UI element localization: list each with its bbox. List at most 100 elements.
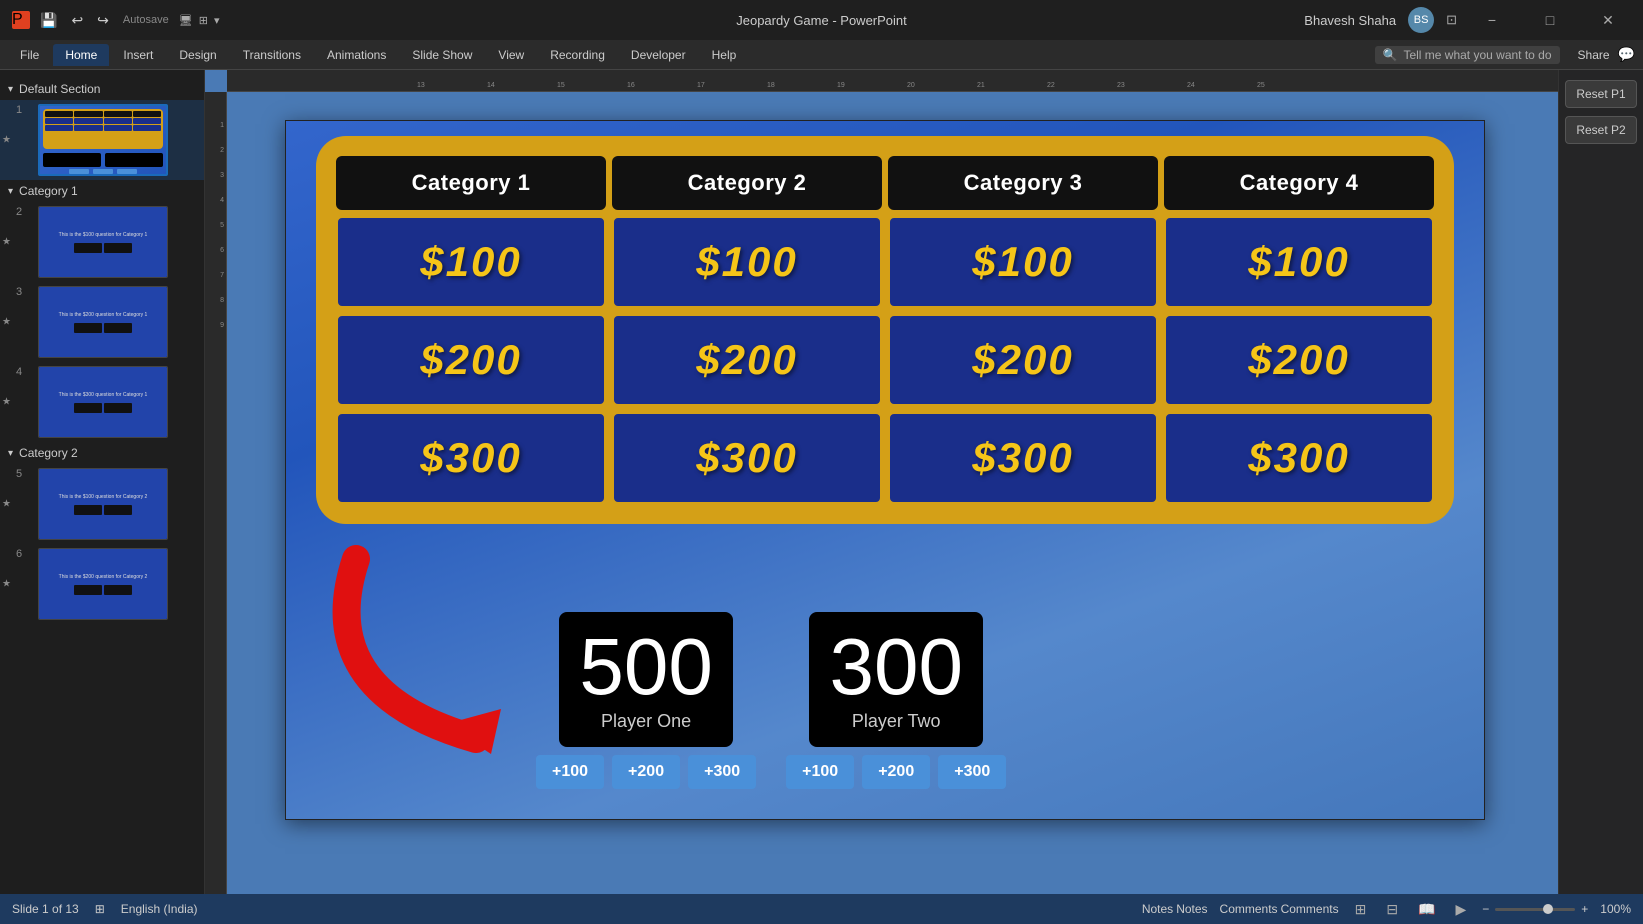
user-avatar[interactable]: BS bbox=[1408, 7, 1434, 33]
undo-button[interactable]: ↩ bbox=[67, 10, 87, 31]
slide-number-status: Slide 1 of 13 bbox=[12, 902, 79, 916]
window-title: Jeopardy Game - PowerPoint bbox=[736, 13, 907, 28]
main-layout: ▾ Default Section 1 bbox=[0, 70, 1643, 894]
right-panel: Reset P1 Reset P2 bbox=[1558, 70, 1643, 894]
star-icon-2: ★ bbox=[2, 237, 11, 248]
section-arrow-default: ▾ bbox=[8, 84, 13, 95]
star-icon-4: ★ bbox=[2, 397, 11, 408]
tab-help[interactable]: Help bbox=[700, 44, 749, 66]
status-right: NotesNotes CommentsComments ⊞ ⊟ 📖 ▶ − + … bbox=[1142, 899, 1631, 920]
tab-developer[interactable]: Developer bbox=[619, 44, 698, 66]
tab-slideshow[interactable]: Slide Show bbox=[400, 44, 484, 66]
player1-add300[interactable]: +300 bbox=[688, 755, 756, 789]
player2-add100[interactable]: +100 bbox=[786, 755, 854, 789]
notes-button[interactable]: NotesNotes bbox=[1142, 902, 1208, 916]
title-bar-left: P 💾 ↩ ↪ Autosave 🖥 ⊞ ▾ bbox=[12, 10, 220, 31]
share-button[interactable]: Share bbox=[1578, 48, 1610, 62]
zoom-level: 100% bbox=[1600, 902, 1631, 916]
slide-thumb-4[interactable]: 4 This is the $300 question for Category… bbox=[0, 362, 204, 442]
slide-canvas-area: 13 14 15 16 17 18 19 20 21 22 23 24 25 1 bbox=[205, 70, 1558, 894]
close-button[interactable]: ✕ bbox=[1585, 5, 1631, 35]
ribbon-search[interactable]: 🔍 Tell me what you want to do bbox=[1375, 46, 1560, 64]
star-icon-3: ★ bbox=[2, 317, 11, 328]
player1-add200[interactable]: +200 bbox=[612, 755, 680, 789]
slide-sorter-btn[interactable]: ⊟ bbox=[1382, 899, 1402, 920]
slide-thumb-1[interactable]: 1 bbox=[0, 100, 204, 180]
comments-button[interactable]: CommentsComments bbox=[1220, 902, 1339, 916]
quick-access-toolbar: P 💾 ↩ ↪ Autosave 🖥 ⊞ ▾ bbox=[12, 10, 220, 31]
board-grid: Category 1 Category 2 Category 3 Categor… bbox=[336, 156, 1434, 504]
slide-canvas[interactable]: Category 1 Category 2 Category 3 Categor… bbox=[285, 120, 1485, 820]
tab-transitions[interactable]: Transitions bbox=[231, 44, 313, 66]
player2-add200[interactable]: +200 bbox=[862, 755, 930, 789]
section-label-cat2: Category 2 bbox=[19, 446, 78, 460]
reading-view-btn[interactable]: 📖 bbox=[1414, 899, 1439, 920]
money-cell-2-100[interactable]: $100 bbox=[612, 216, 882, 308]
search-icon: 🔍 bbox=[1383, 48, 1398, 62]
tab-design[interactable]: Design bbox=[167, 44, 228, 66]
search-placeholder: Tell me what you want to do bbox=[1403, 48, 1551, 62]
customize-btn[interactable]: ⊞ bbox=[199, 14, 208, 27]
money-cell-1-300[interactable]: $300 bbox=[336, 412, 606, 504]
redo-button[interactable]: ↪ bbox=[93, 10, 113, 31]
money-cell-3-200[interactable]: $200 bbox=[888, 314, 1158, 406]
player1-score-box: 500 Player One bbox=[559, 612, 732, 747]
money-cell-1-100[interactable]: $100 bbox=[336, 216, 606, 308]
save-button[interactable]: 💾 bbox=[36, 10, 61, 31]
tab-recording[interactable]: Recording bbox=[538, 44, 617, 66]
zoom-minus-btn[interactable]: − bbox=[1482, 902, 1489, 916]
presentation-mode-btn[interactable]: 🖥 bbox=[179, 14, 193, 27]
slide-thumb-2[interactable]: 2 This is the $100 question for Category… bbox=[0, 202, 204, 282]
star-icon-1: ★ bbox=[2, 135, 11, 146]
player1-score: 500 bbox=[579, 627, 712, 707]
money-cell-4-200[interactable]: $200 bbox=[1164, 314, 1434, 406]
slide-num-1: 1 bbox=[16, 104, 32, 116]
tab-animations[interactable]: Animations bbox=[315, 44, 398, 66]
money-cell-2-300[interactable]: $300 bbox=[612, 412, 882, 504]
zoom-control: − + bbox=[1482, 902, 1588, 916]
money-cell-1-200[interactable]: $200 bbox=[336, 314, 606, 406]
money-cell-2-200[interactable]: $200 bbox=[612, 314, 882, 406]
slide-num-3: 3 bbox=[16, 286, 32, 298]
tab-view[interactable]: View bbox=[486, 44, 536, 66]
layout-btn[interactable]: ⊡ bbox=[1446, 12, 1457, 28]
minimize-button[interactable]: − bbox=[1469, 5, 1515, 35]
money-cell-3-100[interactable]: $100 bbox=[888, 216, 1158, 308]
tab-file[interactable]: File bbox=[8, 44, 51, 66]
slide-thumb-5[interactable]: 5 This is the $100 question for Category… bbox=[0, 464, 204, 544]
money-cell-3-300[interactable]: $300 bbox=[888, 412, 1158, 504]
tab-insert[interactable]: Insert bbox=[111, 44, 165, 66]
section-default[interactable]: ▾ Default Section bbox=[0, 78, 204, 100]
money-cell-4-300[interactable]: $300 bbox=[1164, 412, 1434, 504]
player2-name: Player Two bbox=[829, 711, 962, 732]
status-bar: Slide 1 of 13 ⊞ English (India) NotesNot… bbox=[0, 894, 1643, 924]
slide-image-2: This is the $100 question for Category 1 bbox=[38, 206, 168, 278]
reset-p1-button[interactable]: Reset P1 bbox=[1565, 80, 1637, 108]
maximize-button[interactable]: □ bbox=[1527, 5, 1573, 35]
slide-thumb-6[interactable]: 6 This is the $200 question for Category… bbox=[0, 544, 204, 624]
red-arrow bbox=[316, 539, 536, 759]
money-cell-4-100[interactable]: $100 bbox=[1164, 216, 1434, 308]
section-category2[interactable]: ▾ Category 2 bbox=[0, 442, 204, 464]
reset-p2-button[interactable]: Reset P2 bbox=[1565, 116, 1637, 144]
comments-ribbon-btn[interactable]: 💬 bbox=[1618, 46, 1635, 63]
title-bar-right: Bhavesh Shaha BS ⊡ − □ ✕ bbox=[1304, 5, 1631, 35]
player2-add300[interactable]: +300 bbox=[938, 755, 1006, 789]
section-arrow-cat1: ▾ bbox=[8, 186, 13, 197]
slide-num-2: 2 bbox=[16, 206, 32, 218]
section-category1[interactable]: ▾ Category 1 bbox=[0, 180, 204, 202]
player2-score-box: 300 Player Two bbox=[809, 612, 982, 747]
slideshow-btn[interactable]: ▶ bbox=[1451, 899, 1470, 920]
zoom-thumb[interactable] bbox=[1543, 904, 1553, 914]
player2-score: 300 bbox=[829, 627, 962, 707]
slide-thumb-3[interactable]: 3 This is the $200 question for Category… bbox=[0, 282, 204, 362]
tab-home[interactable]: Home bbox=[53, 44, 109, 66]
normal-view-btn[interactable]: ⊞ bbox=[1351, 899, 1371, 920]
more-btn[interactable]: ▾ bbox=[214, 14, 220, 27]
slide-num-4: 4 bbox=[16, 366, 32, 378]
slide-num-5: 5 bbox=[16, 468, 32, 480]
zoom-track[interactable] bbox=[1495, 908, 1575, 911]
powerpoint-icon: P bbox=[12, 11, 30, 29]
player1-add100[interactable]: +100 bbox=[536, 755, 604, 789]
zoom-plus-btn[interactable]: + bbox=[1581, 902, 1588, 916]
